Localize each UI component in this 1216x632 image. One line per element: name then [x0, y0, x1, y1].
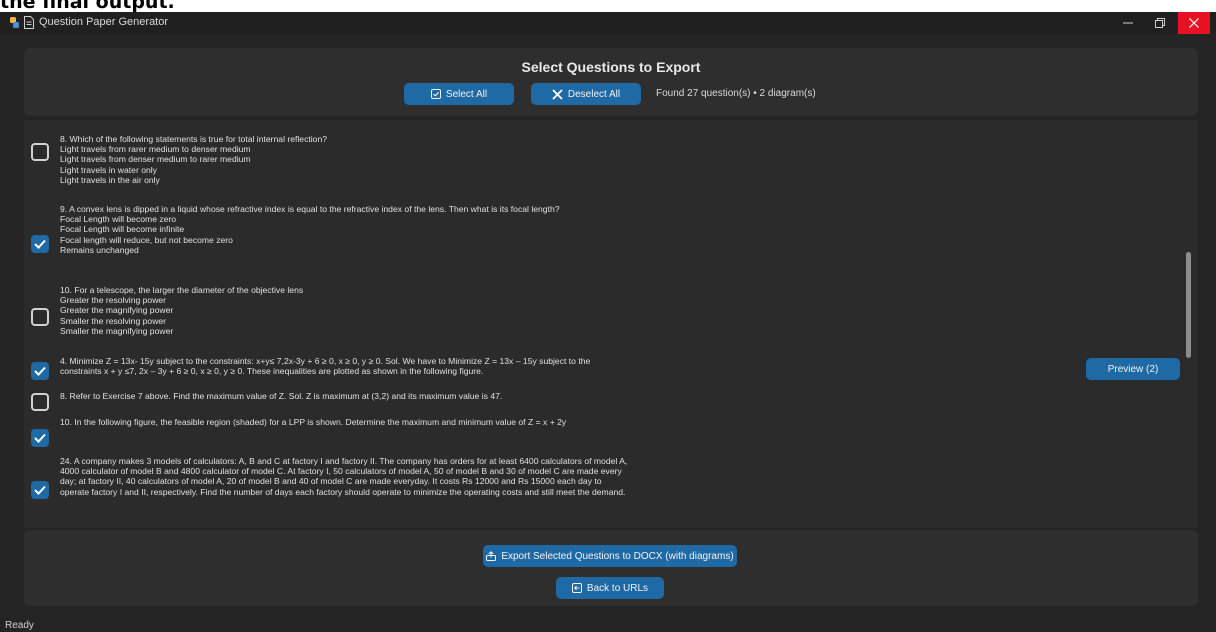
select-all-button[interactable]: Select All	[404, 83, 514, 105]
top-overlay-text: the final output.	[0, 0, 1216, 12]
preview-button[interactable]: Preview (2)	[1086, 358, 1180, 380]
question-text: 8. Which of the following statements is …	[60, 134, 328, 185]
question-text: 4. Minimize Z = 13x- 15y subject to the …	[60, 356, 591, 377]
scrollbar-thumb[interactable]	[1186, 252, 1191, 358]
question-text: 10. For a telescope, the larger the diam…	[60, 285, 304, 336]
checkmark-icon	[34, 239, 46, 249]
footer-panel: Export Selected Questions to DOCX (with …	[24, 530, 1198, 606]
deselect-all-label: Deselect All	[567, 88, 621, 100]
checkmark-icon	[34, 433, 46, 443]
back-label: Back to URLs	[586, 582, 649, 594]
restore-icon	[1155, 18, 1165, 28]
question-checkbox[interactable]	[31, 308, 49, 326]
close-button[interactable]	[1178, 12, 1210, 34]
x-icon	[552, 88, 563, 100]
status-text: Ready	[5, 620, 34, 631]
export-label: Export Selected Questions to DOCX (with …	[501, 550, 734, 562]
export-docx-button[interactable]: Export Selected Questions to DOCX (with …	[483, 545, 737, 567]
header-panel: Select Questions to Export Select All De…	[24, 48, 1198, 116]
status-bar: Ready	[0, 618, 1216, 632]
question-text: 10. In the following figure, the feasibl…	[60, 417, 567, 427]
app-window: Question Paper Generator Select Question…	[0, 12, 1216, 632]
python-icon	[10, 17, 19, 28]
title-bar: Question Paper Generator	[0, 12, 1216, 34]
question-checkbox[interactable]	[31, 362, 49, 380]
checkmark-icon	[34, 366, 46, 376]
found-count-text: Found 27 question(s) • 2 diagram(s)	[656, 88, 816, 99]
close-icon	[1189, 18, 1199, 28]
question-text: 8. Refer to Exercise 7 above. Find the m…	[60, 391, 503, 401]
question-checkbox[interactable]	[31, 429, 49, 447]
checkmark-icon	[34, 485, 46, 495]
minimize-button[interactable]	[1112, 12, 1144, 34]
deselect-all-button[interactable]: Deselect All	[531, 83, 641, 105]
document-icon	[24, 16, 34, 29]
select-all-label: Select All	[445, 88, 488, 100]
page-title: Select Questions to Export	[521, 59, 701, 75]
question-checkbox[interactable]	[31, 235, 49, 253]
window-title: Question Paper Generator	[39, 16, 169, 28]
back-to-urls-button[interactable]: Back to URLs	[556, 577, 664, 599]
checkbox-icon	[430, 89, 441, 99]
question-checkbox[interactable]	[31, 393, 49, 411]
question-text: 9. A convex lens is dipped in a liquid w…	[60, 204, 560, 255]
minimize-icon	[1123, 22, 1133, 24]
question-checkbox[interactable]	[31, 143, 49, 161]
question-text: 24. A company makes 3 models of calculat…	[60, 456, 628, 497]
question-checkbox[interactable]	[31, 481, 49, 499]
question-list[interactable]: 8. Which of the following statements is …	[24, 120, 1198, 528]
restore-button[interactable]	[1144, 12, 1176, 34]
export-icon	[486, 551, 497, 561]
preview-label: Preview (2)	[1107, 363, 1159, 375]
back-icon	[571, 583, 582, 593]
